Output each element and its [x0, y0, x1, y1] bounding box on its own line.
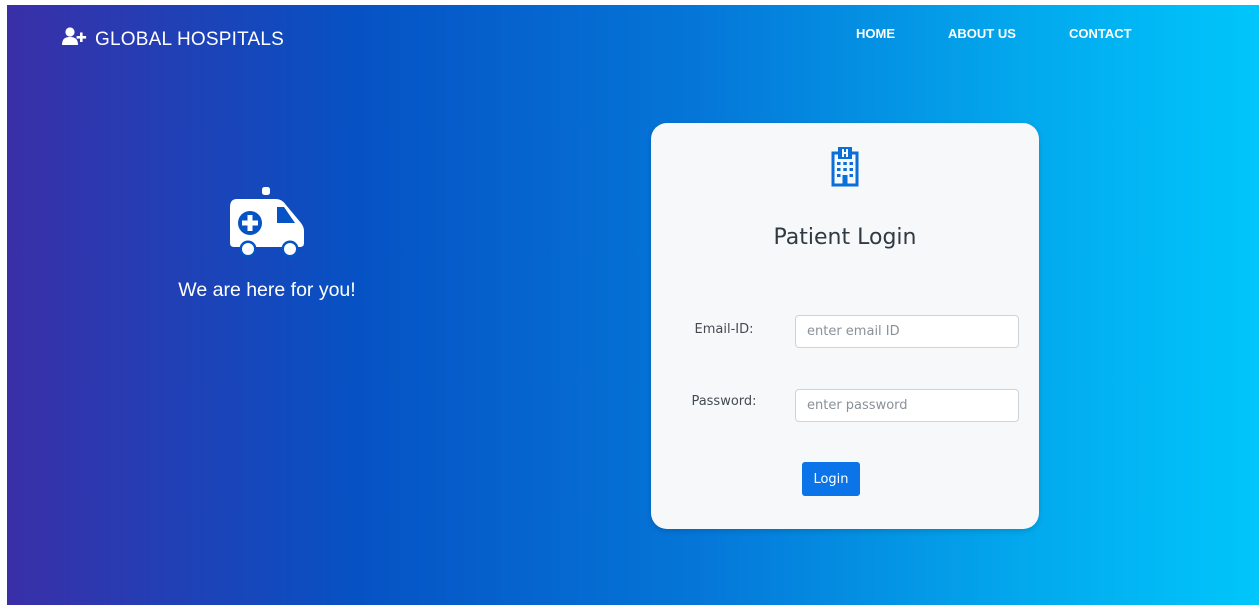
patient-login-card: Patient Login Email-ID: Password: Login: [651, 123, 1039, 529]
nav-link-contact[interactable]: CONTACT: [1069, 26, 1132, 41]
page-background: GLOBAL HOSPITALS HOME ABOUT US CONTACT W…: [7, 5, 1259, 605]
login-button[interactable]: Login: [802, 462, 860, 496]
hospital-icon: [827, 145, 863, 192]
top-nav: HOME ABOUT US CONTACT: [7, 26, 1259, 46]
login-title: Patient Login: [773, 225, 917, 250]
ambulance-icon: [147, 185, 387, 257]
password-label: Password:: [691, 394, 757, 409]
nav-link-about-us[interactable]: ABOUT US: [948, 26, 1016, 41]
email-input[interactable]: [795, 315, 1019, 348]
email-label: Email-ID:: [694, 322, 754, 337]
hero-section: We are here for you!: [147, 185, 387, 302]
nav-link-home[interactable]: HOME: [856, 26, 895, 41]
hero-tagline: We are here for you!: [178, 279, 356, 301]
password-input[interactable]: [795, 389, 1019, 422]
